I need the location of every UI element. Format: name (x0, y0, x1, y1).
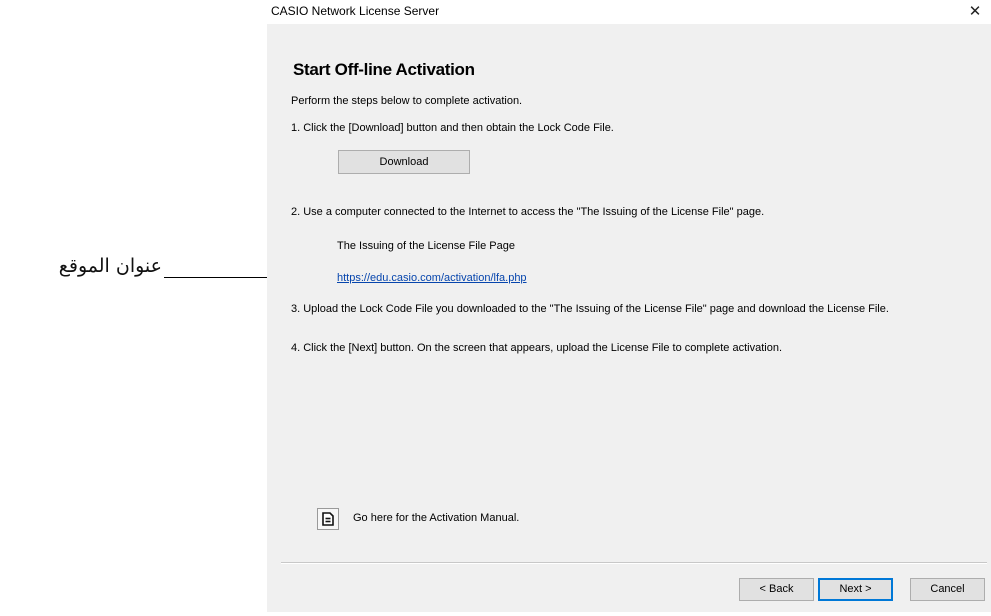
document-icon[interactable] (317, 508, 339, 530)
activation-manual-link[interactable]: Go here for the Activation Manual. (353, 512, 519, 524)
step-1-text: 1. Click the [Download] button and then … (291, 122, 614, 134)
callout-label: عنوان الموقع (58, 255, 162, 277)
back-button[interactable]: < Back (739, 578, 814, 601)
step-3-text: 3. Upload the Lock Code File you downloa… (291, 303, 889, 315)
screenshot-stage: عنوان الموقع CASIO Network License Serve… (0, 0, 991, 616)
next-button[interactable]: Next > (818, 578, 893, 601)
step-4-text: 4. Click the [Next] button. On the scree… (291, 342, 782, 354)
download-button[interactable]: Download (338, 150, 470, 174)
close-button[interactable]: ✕ (959, 0, 991, 24)
title-bar: CASIO Network License Server ✕ (267, 0, 991, 24)
window-bottom-edge (267, 612, 991, 616)
activation-dialog: CASIO Network License Server ✕ Start Off… (267, 0, 991, 616)
dialog-content: Start Off-line Activation Perform the st… (267, 24, 991, 564)
step-2-text: 2. Use a computer connected to the Inter… (291, 206, 765, 218)
license-page-link[interactable]: https://edu.casio.com/activation/lfa.php (337, 272, 527, 284)
page-title: Start Off-line Activation (293, 60, 475, 79)
window-title: CASIO Network License Server (271, 4, 440, 18)
footer-separator (281, 562, 987, 564)
intro-text: Perform the steps below to complete acti… (291, 95, 523, 107)
cancel-button[interactable]: Cancel (910, 578, 985, 601)
issuing-page-title: The Issuing of the License File Page (337, 240, 515, 252)
